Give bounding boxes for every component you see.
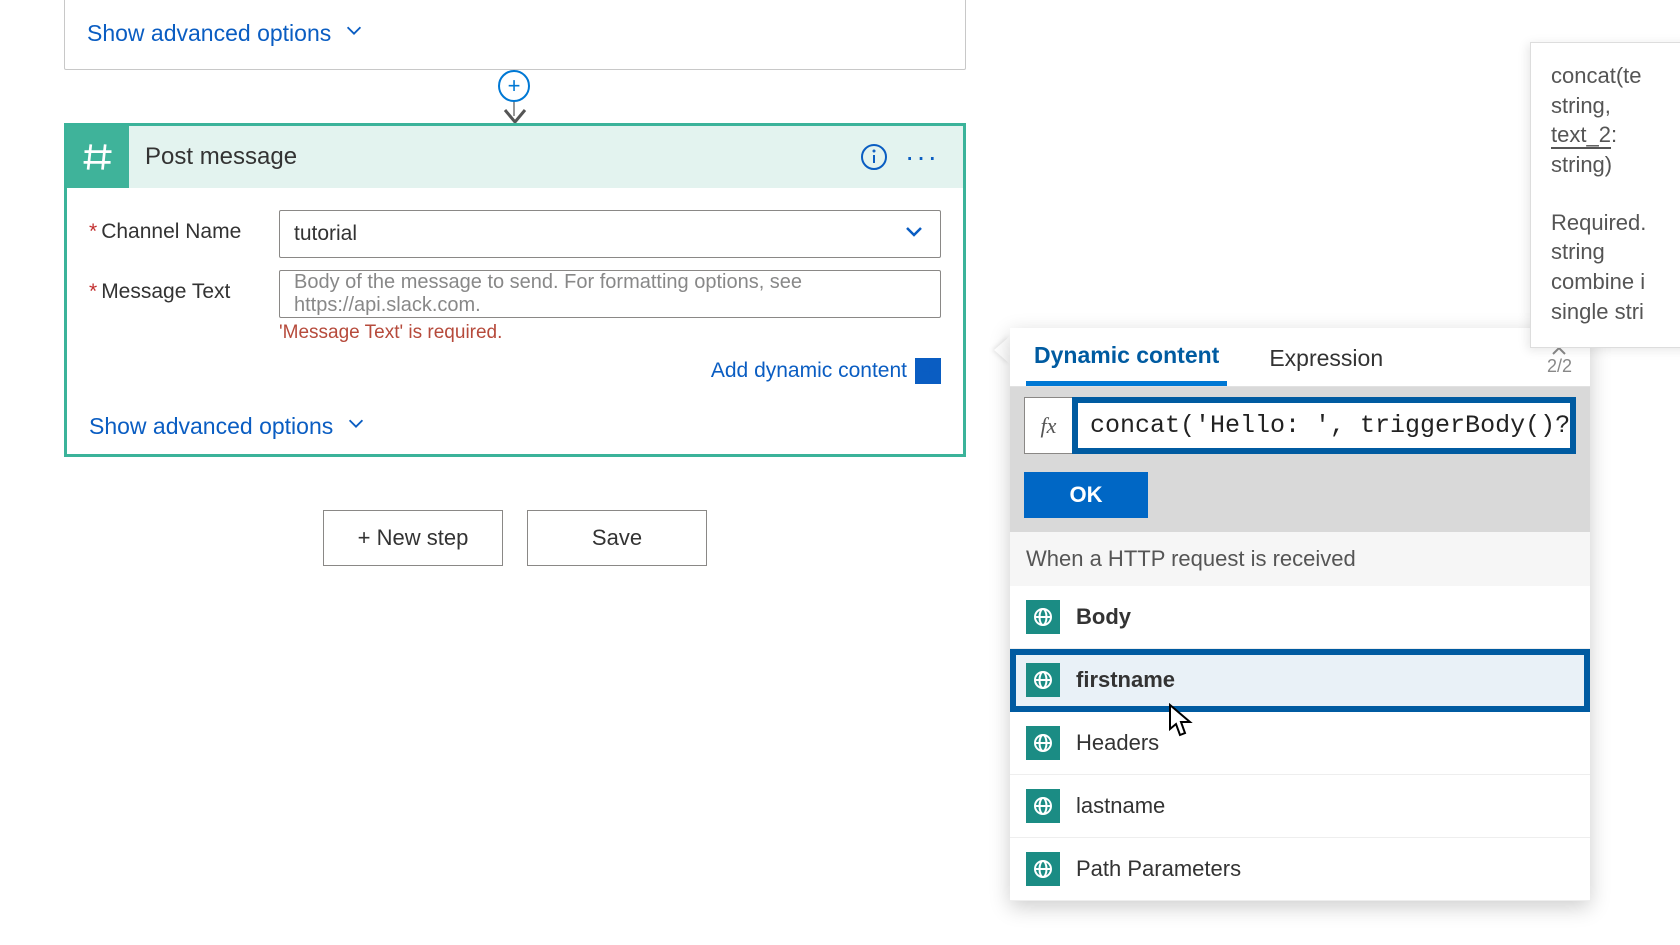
- tab-expression[interactable]: Expression: [1261, 331, 1391, 384]
- show-advanced-label: Show advanced options: [89, 413, 333, 440]
- add-dynamic-content-link[interactable]: Add dynamic content: [711, 359, 907, 383]
- connector-icon-slack: [67, 126, 129, 188]
- dynamic-item-firstname[interactable]: firstname: [1010, 649, 1590, 712]
- required-mark: *: [89, 220, 97, 243]
- item-label: firstname: [1076, 667, 1175, 693]
- http-icon: [1026, 663, 1060, 697]
- message-text-label: *Message Text: [89, 270, 279, 304]
- dynamic-content-panel: Dynamic content Expression 2/2 fx concat…: [1010, 328, 1590, 901]
- item-label: Headers: [1076, 730, 1159, 756]
- tab-dynamic-content[interactable]: Dynamic content: [1026, 328, 1227, 386]
- message-text-placeholder: Body of the message to send. For formatt…: [294, 271, 926, 317]
- message-text-input[interactable]: Body of the message to send. For formatt…: [279, 270, 941, 318]
- required-mark: *: [89, 280, 97, 303]
- card-header: Post message ···: [67, 126, 963, 188]
- card-title: Post message: [145, 143, 849, 171]
- show-advanced-label: Show advanced options: [87, 20, 331, 47]
- item-label: Path Parameters: [1076, 856, 1241, 882]
- info-icon[interactable]: [859, 142, 889, 172]
- new-step-button[interactable]: + New step: [323, 510, 503, 566]
- http-icon: [1026, 600, 1060, 634]
- dynamic-item-headers[interactable]: Headers: [1010, 712, 1590, 775]
- ok-button[interactable]: OK: [1024, 472, 1148, 518]
- post-message-card: Post message ··· *Channel Name tutorial: [64, 123, 966, 457]
- http-icon: [1026, 852, 1060, 886]
- chevron-down-icon: [345, 412, 367, 440]
- http-icon: [1026, 726, 1060, 760]
- message-text-error: 'Message Text' is required.: [279, 322, 941, 344]
- card-menu-button[interactable]: ···: [899, 141, 945, 173]
- intellisense-pager[interactable]: 2/2: [1547, 346, 1572, 377]
- fx-icon: fx: [1024, 397, 1072, 454]
- item-label: Body: [1076, 604, 1131, 630]
- channel-name-label: *Channel Name: [89, 210, 279, 244]
- dynamic-item-lastname[interactable]: lastname: [1010, 775, 1590, 838]
- previous-action-card: Show advanced options: [64, 0, 966, 70]
- channel-name-select[interactable]: tutorial: [279, 210, 941, 258]
- panel-pointer-icon: [994, 336, 1010, 364]
- save-button[interactable]: Save: [527, 510, 707, 566]
- plus-icon: +: [508, 73, 521, 99]
- show-advanced-options-link[interactable]: Show advanced options: [87, 19, 365, 47]
- add-dynamic-content-plus-icon[interactable]: +: [915, 358, 941, 384]
- item-label: lastname: [1076, 793, 1165, 819]
- http-icon: [1026, 789, 1060, 823]
- dynamic-item-body[interactable]: Body: [1010, 586, 1590, 649]
- show-advanced-options-link[interactable]: Show advanced options: [89, 412, 941, 440]
- expression-input[interactable]: concat('Hello: ', triggerBody()?['firstn…: [1072, 397, 1576, 454]
- dynamic-section-header: When a HTTP request is received: [1010, 532, 1590, 586]
- insert-step-button[interactable]: +: [498, 70, 530, 102]
- channel-name-value: tutorial: [294, 222, 357, 246]
- expression-signature-tooltip: concat(te string, text_2: string) Requir…: [1530, 42, 1680, 348]
- dynamic-item-path-parameters[interactable]: Path Parameters: [1010, 838, 1590, 901]
- chevron-down-icon: [343, 19, 365, 47]
- chevron-down-icon: [902, 219, 926, 249]
